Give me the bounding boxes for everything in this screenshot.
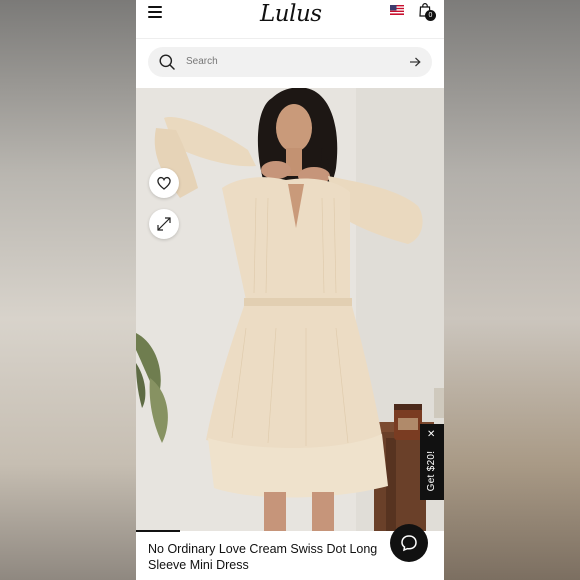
close-icon[interactable]: ✕ xyxy=(427,430,435,440)
search-input[interactable]: Search xyxy=(148,47,432,77)
expand-image-button[interactable] xyxy=(149,209,179,239)
chat-bubble-icon xyxy=(401,535,417,552)
promo-label: Get $20! xyxy=(426,450,437,492)
expand-arrows-icon xyxy=(157,217,171,231)
arrow-right-icon[interactable] xyxy=(409,57,421,67)
promo-tab[interactable]: ✕ Get $20! xyxy=(420,424,444,500)
favorite-button[interactable] xyxy=(149,168,179,198)
top-navigation-bar: Lulus 0 xyxy=(136,0,444,39)
product-title: No Ordinary Love Cream Swiss Dot Long Sl… xyxy=(148,542,378,572)
heart-icon xyxy=(157,176,171,190)
us-flag-icon[interactable] xyxy=(390,5,404,15)
cart-count-badge: 0 xyxy=(425,10,436,21)
blurred-backdrop-right xyxy=(444,0,580,580)
brand-logo[interactable]: Lulus xyxy=(260,0,322,30)
search-placeholder: Search xyxy=(186,56,218,67)
product-photo-illustration xyxy=(136,88,444,531)
blurred-backdrop-left xyxy=(0,0,136,580)
product-image[interactable] xyxy=(136,88,444,531)
chat-button[interactable] xyxy=(390,524,428,562)
search-icon xyxy=(159,54,175,70)
phone-screen: Lulus 0 Search ✕ Get $20! No Ordinary Lo… xyxy=(136,0,444,580)
hamburger-menu-icon[interactable] xyxy=(148,6,162,18)
